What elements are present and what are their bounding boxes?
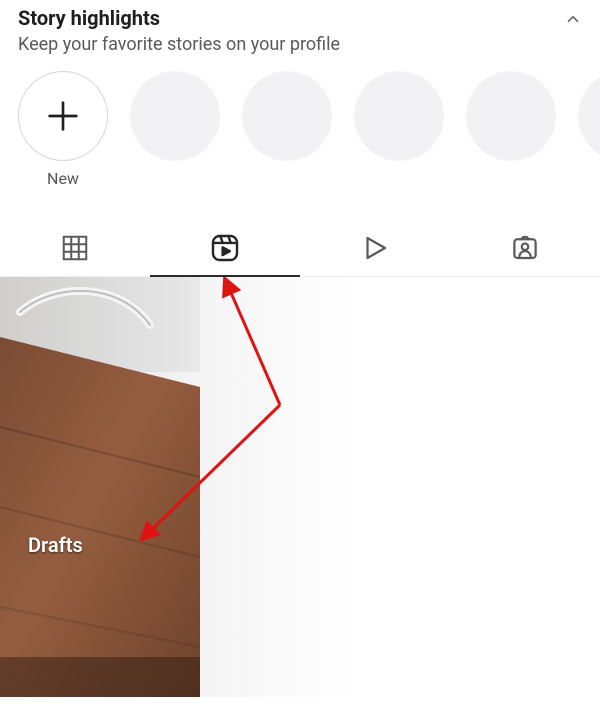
- story-highlights-subtitle: Keep your favorite stories on your profi…: [0, 32, 600, 65]
- content-area: Drafts: [0, 277, 600, 697]
- new-highlight-button[interactable]: [18, 71, 108, 161]
- tab-play[interactable]: [300, 220, 450, 276]
- grid-icon: [60, 233, 90, 263]
- profile-tab-bar: [0, 220, 600, 277]
- highlight-placeholder: [354, 71, 444, 161]
- tab-reels[interactable]: [150, 220, 300, 276]
- drafts-label: Drafts: [0, 533, 83, 697]
- chevron-up-icon: [564, 10, 582, 28]
- reels-icon: [209, 232, 241, 264]
- highlight-placeholder: [466, 71, 556, 161]
- highlight-placeholder: [578, 71, 600, 161]
- highlight-placeholder: [242, 71, 332, 161]
- highlights-row: New: [0, 65, 600, 188]
- story-highlights-title: Story highlights: [18, 6, 160, 30]
- tab-grid[interactable]: [0, 220, 150, 276]
- play-icon: [360, 233, 390, 263]
- highlight-placeholder: [130, 71, 220, 161]
- tab-tagged[interactable]: [450, 220, 600, 276]
- tagged-icon: [510, 233, 540, 263]
- new-highlight-label: New: [47, 169, 79, 188]
- collapse-highlights-button[interactable]: [564, 6, 582, 32]
- drafts-reel-thumbnail[interactable]: Drafts: [0, 277, 200, 697]
- plus-icon: [43, 96, 83, 136]
